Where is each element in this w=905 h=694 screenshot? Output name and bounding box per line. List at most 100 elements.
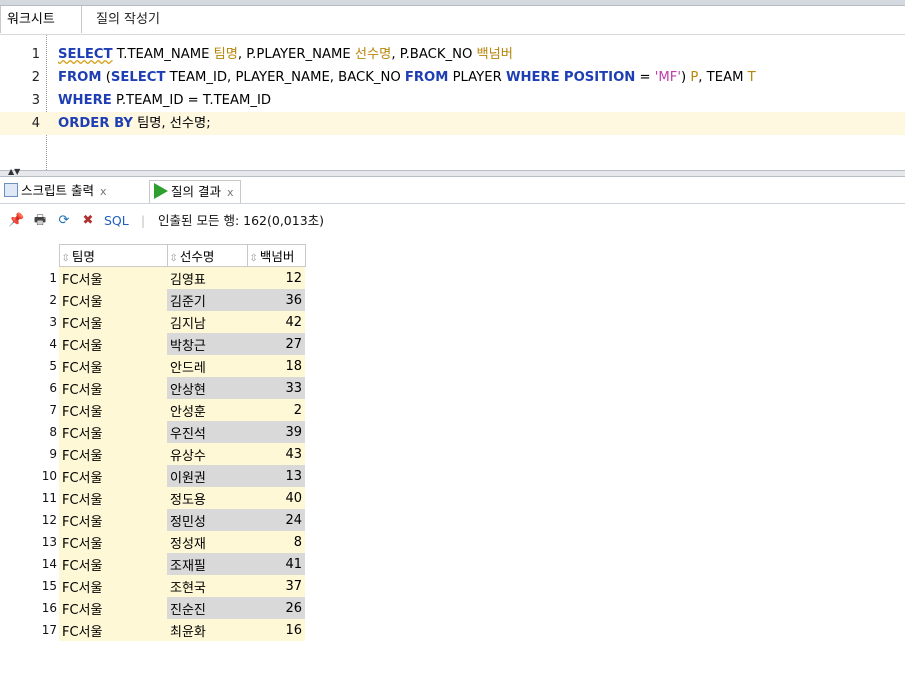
cell-team[interactable]: FC서울	[59, 553, 167, 575]
cell-back-no[interactable]: 8	[247, 531, 305, 553]
row-number[interactable]: 17	[0, 619, 59, 641]
column-header-team[interactable]: ⇳ 팀명	[58, 244, 168, 267]
table-row[interactable]: 10 FC서울 이원권 13	[0, 465, 305, 487]
cell-team[interactable]: FC서울	[59, 597, 167, 619]
cell-player-name[interactable]: 우진석	[167, 421, 247, 443]
cell-back-no[interactable]: 43	[247, 443, 305, 465]
sql-button[interactable]: SQL	[104, 213, 129, 229]
cell-back-no[interactable]: 12	[247, 266, 305, 289]
cell-team[interactable]: FC서울	[59, 311, 167, 333]
row-number[interactable]: 13	[0, 531, 59, 553]
cell-player-name[interactable]: 김영표	[167, 266, 247, 289]
cell-back-no[interactable]: 27	[247, 333, 305, 355]
column-header-backno[interactable]: ⇳ 백넘버	[246, 244, 306, 267]
cell-team[interactable]: FC서울	[59, 289, 167, 311]
table-row[interactable]: 3 FC서울 김지남 42	[0, 311, 305, 333]
sort-icon[interactable]: ⇳	[170, 253, 178, 264]
row-number[interactable]: 2	[0, 289, 59, 311]
cell-team[interactable]: FC서울	[59, 619, 167, 641]
column-header-player[interactable]: ⇳ 선수명	[166, 244, 248, 267]
print-icon[interactable]: 🖶	[32, 213, 48, 229]
cell-back-no[interactable]: 41	[247, 553, 305, 575]
cell-team[interactable]: FC서울	[59, 465, 167, 487]
editor-line[interactable]: 1 SELECT T.TEAM_NAME 팀명, P.PLAYER_NAME 선수…	[0, 43, 905, 66]
splitter-arrows-icon[interactable]: ▲▼	[8, 168, 20, 176]
cell-team[interactable]: FC서울	[59, 355, 167, 377]
cell-back-no[interactable]: 40	[247, 487, 305, 509]
row-number[interactable]: 5	[0, 355, 59, 377]
close-icon[interactable]: x	[100, 185, 107, 198]
row-number[interactable]: 10	[0, 465, 59, 487]
cell-player-name[interactable]: 최윤화	[167, 619, 247, 641]
pin-icon[interactable]: 📌	[8, 213, 24, 229]
table-row[interactable]: 16 FC서울 진순진 26	[0, 597, 305, 619]
cell-player-name[interactable]: 박창근	[167, 333, 247, 355]
cell-team[interactable]: FC서울	[59, 443, 167, 465]
table-row[interactable]: 14 FC서울 조재필 41	[0, 553, 305, 575]
cell-team[interactable]: FC서울	[59, 575, 167, 597]
row-number[interactable]: 11	[0, 487, 59, 509]
cell-player-name[interactable]: 김지남	[167, 311, 247, 333]
row-number[interactable]: 9	[0, 443, 59, 465]
cell-team[interactable]: FC서울	[59, 377, 167, 399]
cell-back-no[interactable]: 24	[247, 509, 305, 531]
cell-back-no[interactable]: 18	[247, 355, 305, 377]
cell-player-name[interactable]: 정도용	[167, 487, 247, 509]
close-icon[interactable]: x	[227, 186, 234, 199]
row-number[interactable]: 1	[0, 267, 59, 290]
cell-player-name[interactable]: 정성재	[167, 531, 247, 553]
row-number[interactable]: 4	[0, 333, 59, 355]
table-row[interactable]: 8 FC서울 우진석 39	[0, 421, 305, 443]
tab-query-result[interactable]: 질의 결과 x	[149, 180, 241, 203]
table-row[interactable]: 11 FC서울 정도용 40	[0, 487, 305, 509]
cell-team[interactable]: FC서울	[59, 509, 167, 531]
cell-player-name[interactable]: 정민성	[167, 509, 247, 531]
sort-icon[interactable]: ⇳	[62, 253, 70, 264]
cell-back-no[interactable]: 42	[247, 311, 305, 333]
row-number[interactable]: 3	[0, 311, 59, 333]
cell-player-name[interactable]: 진순진	[167, 597, 247, 619]
cell-back-no[interactable]: 36	[247, 289, 305, 311]
editor-line[interactable]: 2 FROM (SELECT TEAM_ID, PLAYER_NAME, BACK…	[0, 66, 905, 89]
cell-back-no[interactable]: 33	[247, 377, 305, 399]
table-row[interactable]: 12 FC서울 정민성 24	[0, 509, 305, 531]
table-row[interactable]: 7 FC서울 안성훈 2	[0, 399, 305, 421]
row-number[interactable]: 16	[0, 597, 59, 619]
tab-worksheet[interactable]: 워크시트	[0, 6, 82, 33]
table-row[interactable]: 5 FC서울 안드레 18	[0, 355, 305, 377]
row-number[interactable]: 6	[0, 377, 59, 399]
cell-player-name[interactable]: 안상현	[167, 377, 247, 399]
cell-player-name[interactable]: 조재필	[167, 553, 247, 575]
row-number[interactable]: 14	[0, 553, 59, 575]
tab-script-output[interactable]: 스크립트 출력 x	[4, 180, 107, 202]
cell-team[interactable]: FC서울	[59, 487, 167, 509]
cell-team[interactable]: FC서울	[59, 399, 167, 421]
refresh-icon[interactable]: ⟳	[56, 213, 72, 229]
table-row[interactable]: 13 FC서울 정성재 8	[0, 531, 305, 553]
row-number[interactable]: 12	[0, 509, 59, 531]
cell-team[interactable]: FC서울	[59, 531, 167, 553]
table-row[interactable]: 2 FC서울 김준기 36	[0, 289, 305, 311]
cell-player-name[interactable]: 안성훈	[167, 399, 247, 421]
editor-line[interactable]: 3 WHERE P.TEAM_ID = T.TEAM_ID	[0, 89, 905, 112]
cell-back-no[interactable]: 2	[247, 399, 305, 421]
panel-splitter[interactable]: ▲▼	[0, 168, 905, 177]
row-number[interactable]: 15	[0, 575, 59, 597]
table-row[interactable]: 15 FC서울 조현국 37	[0, 575, 305, 597]
cell-back-no[interactable]: 26	[247, 597, 305, 619]
cell-back-no[interactable]: 37	[247, 575, 305, 597]
cell-player-name[interactable]: 김준기	[167, 289, 247, 311]
cell-back-no[interactable]: 16	[247, 619, 305, 641]
sort-icon[interactable]: ⇳	[250, 253, 258, 264]
table-row[interactable]: 4 FC서울 박창근 27	[0, 333, 305, 355]
cell-team[interactable]: FC서울	[59, 266, 167, 289]
cell-team[interactable]: FC서울	[59, 421, 167, 443]
row-number[interactable]: 7	[0, 399, 59, 421]
cell-player-name[interactable]: 유상수	[167, 443, 247, 465]
table-row[interactable]: 17 FC서울 최윤화 16	[0, 619, 305, 641]
cell-player-name[interactable]: 조현국	[167, 575, 247, 597]
editor-line[interactable]: 4 ORDER BY 팀명, 선수명;	[0, 112, 905, 135]
cell-player-name[interactable]: 안드레	[167, 355, 247, 377]
table-row[interactable]: 1 FC서울 김영표 12	[0, 266, 305, 290]
table-row[interactable]: 6 FC서울 안상현 33	[0, 377, 305, 399]
